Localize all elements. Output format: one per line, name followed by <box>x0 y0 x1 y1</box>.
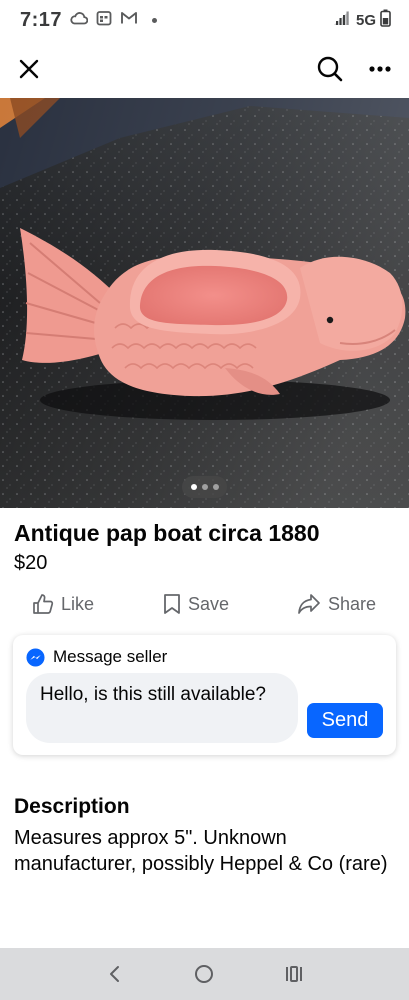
top-bar-actions <box>315 54 395 84</box>
listing-photo[interactable] <box>0 98 409 508</box>
save-button[interactable]: Save <box>163 588 229 620</box>
cloud-icon <box>70 11 89 30</box>
network-type: 5G <box>355 11 376 29</box>
status-bar: 7:17 5G <box>0 0 409 40</box>
status-notification-icons <box>70 10 158 31</box>
message-seller-card: Message seller Hello, is this still avai… <box>13 635 396 755</box>
battery-icon <box>380 9 391 32</box>
thumbs-up-icon <box>33 594 54 614</box>
signal-icon <box>332 10 352 31</box>
recent-apps-icon <box>286 966 303 982</box>
more-options-button[interactable] <box>365 54 395 84</box>
back-chevron-icon <box>109 966 119 982</box>
pager-dot <box>212 484 219 490</box>
status-time: 7:17 <box>20 8 63 31</box>
share-label: Share <box>328 593 377 614</box>
system-nav-bar <box>0 948 409 1000</box>
action-row: Like Save Share <box>0 588 409 620</box>
close-button[interactable] <box>14 54 44 84</box>
pager-dot <box>201 484 208 490</box>
listing-price: $20 <box>14 552 48 574</box>
gmail-icon <box>120 11 138 30</box>
search-button[interactable] <box>315 54 345 84</box>
send-button[interactable]: Send <box>307 703 383 738</box>
share-arrow-icon <box>298 594 320 614</box>
back-button[interactable] <box>97 956 133 992</box>
save-label: Save <box>188 593 230 614</box>
message-seller-header: Message seller <box>26 647 167 667</box>
recents-button[interactable] <box>276 956 312 992</box>
share-button[interactable]: Share <box>297 588 376 620</box>
home-button[interactable] <box>186 956 222 992</box>
notification-dot-icon <box>152 17 158 23</box>
close-icon <box>19 59 39 79</box>
bookmark-icon <box>164 594 180 614</box>
photo-pager[interactable] <box>182 476 227 498</box>
like-button[interactable]: Like <box>32 588 94 620</box>
pager-dot-active <box>190 484 197 490</box>
listing-title: Antique pap boat circa 1880 <box>14 520 320 546</box>
home-circle-icon <box>195 965 214 983</box>
calendar-icon <box>96 10 112 31</box>
message-seller-label: Message seller <box>53 647 168 666</box>
message-input[interactable]: Hello, is this still available? <box>26 673 298 743</box>
top-bar <box>0 46 409 92</box>
messenger-icon <box>26 647 45 667</box>
more-options-icon <box>369 66 391 72</box>
like-label: Like <box>61 593 95 614</box>
pap-boat-image <box>0 98 409 508</box>
description-body: Measures approx 5". Unknown manufacturer… <box>14 827 388 875</box>
search-icon <box>317 56 343 82</box>
status-system-icons: 5G <box>332 9 391 32</box>
description-heading: Description <box>14 795 130 818</box>
